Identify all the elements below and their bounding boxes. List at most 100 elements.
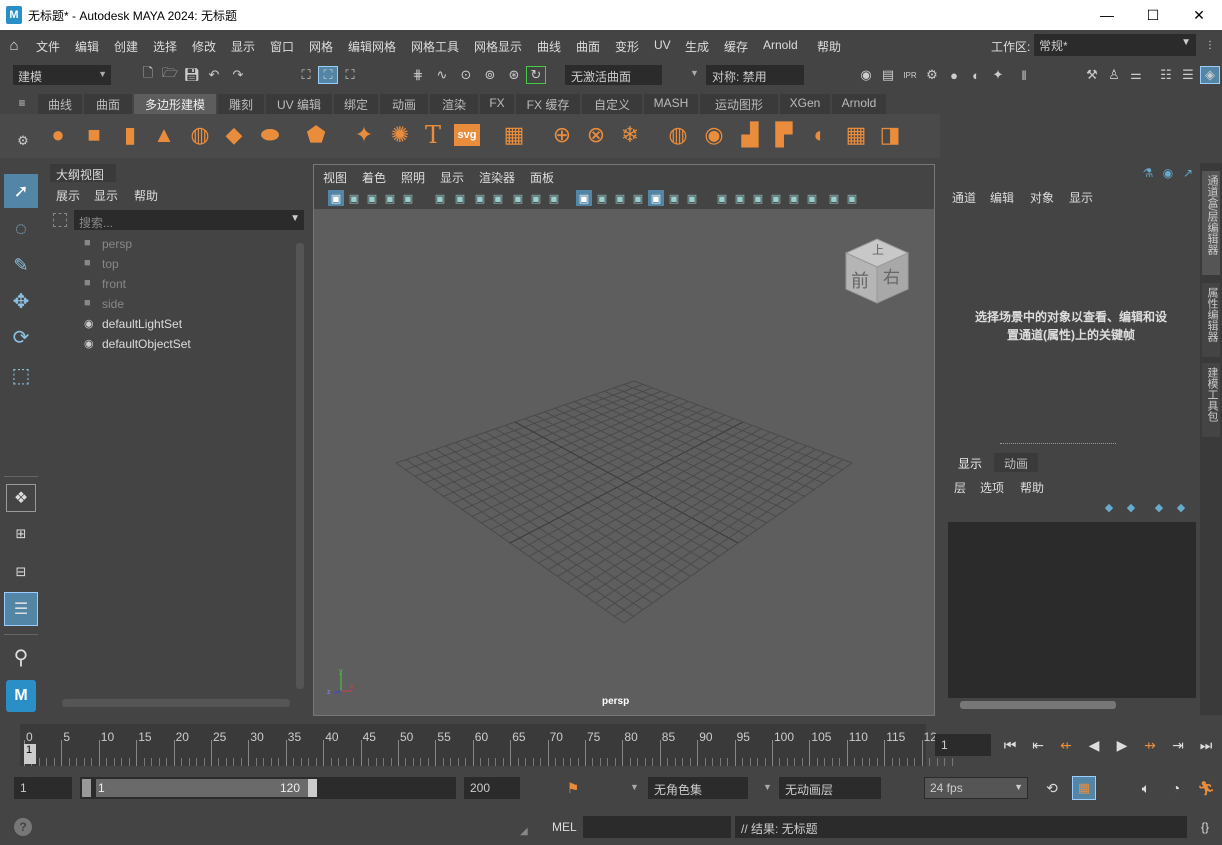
open-scene-icon[interactable]: 🗁 — [160, 65, 180, 84]
range-start-handle[interactable] — [82, 779, 91, 797]
separate-icon[interactable]: ⊕ — [548, 120, 576, 150]
animation-start-field[interactable]: 1 — [14, 777, 72, 799]
screen-ao-icon[interactable]: ▣ — [732, 190, 748, 206]
channel-box-menu-item[interactable]: 对象 — [1030, 189, 1054, 206]
smooth-icon[interactable]: ⊗ — [582, 120, 610, 150]
select-tool-icon[interactable]: ➚ — [4, 174, 38, 208]
bookmark-icon[interactable]: ▣ — [364, 190, 380, 206]
symmetry-field[interactable]: 对称: 禁用 — [706, 65, 804, 85]
menu-item[interactable]: 曲面 — [576, 38, 600, 55]
resolution-gate-icon[interactable]: ▣ — [490, 190, 506, 206]
anim-prefs-icon[interactable]: ◔ — [1166, 778, 1186, 798]
outliner-layout-icon[interactable]: ☰ — [4, 592, 38, 626]
grease-pencil-icon[interactable]: ▣ — [432, 190, 448, 206]
wire-on-shaded-icon[interactable]: ▣ — [630, 190, 646, 206]
extrude-icon[interactable]: ▟ — [736, 120, 764, 150]
modeling-toolkit-icon[interactable]: ⚒ — [1082, 66, 1102, 84]
menu-item[interactable]: 创建 — [114, 38, 138, 55]
menu-item[interactable]: 窗口 — [270, 38, 294, 55]
channel-box-icon[interactable]: ☰ — [1178, 66, 1198, 84]
new-layer-selected-icon[interactable]: ◆ — [1172, 500, 1190, 514]
platonic-icon[interactable]: ⬟ — [302, 120, 330, 150]
undo-icon[interactable]: ↶ — [204, 66, 224, 84]
lasso-tool-icon[interactable]: ◌ — [4, 212, 38, 246]
chevron-down-icon[interactable]: ▼ — [630, 782, 639, 792]
viewport-menu-item[interactable]: 面板 — [530, 169, 554, 186]
search-icon[interactable]: ⚲ — [6, 642, 36, 672]
extract-icon[interactable]: ❄ — [616, 120, 644, 150]
menu-item[interactable]: 变形 — [615, 38, 639, 55]
channel-box-tool-icon-1[interactable]: ⚗ — [1140, 165, 1156, 181]
snap-point-icon[interactable]: ⊙ — [456, 66, 476, 84]
motion-blur-icon[interactable]: ▣ — [750, 190, 766, 206]
sphere-icon[interactable]: ● — [44, 120, 72, 150]
move-layer-up-icon[interactable]: ◆ — [1100, 500, 1118, 514]
smooth-shade-icon[interactable]: ▣ — [612, 190, 628, 206]
scale-tool-icon[interactable]: ⬚ — [4, 358, 38, 392]
layer-menu-item[interactable]: 选项 — [980, 479, 1004, 496]
type-icon[interactable]: T — [420, 120, 446, 150]
outliner-menu-item[interactable]: 帮助 — [134, 187, 158, 204]
step-forward-icon[interactable]: ⇥ — [1168, 734, 1188, 756]
tab-10[interactable]: 自定义 — [582, 94, 642, 114]
viewport-menu-item[interactable]: 视图 — [323, 169, 347, 186]
xray-joints-icon[interactable]: ▣ — [844, 190, 860, 206]
grid-icon[interactable]: ▣ — [452, 190, 468, 206]
tab-2[interactable]: 多边形建模 — [134, 94, 216, 114]
list-item[interactable]: ◉ defaultObjectSet — [82, 335, 282, 355]
mel-label[interactable]: MEL — [552, 820, 577, 834]
options-icon[interactable]: ⋮ — [1202, 35, 1218, 55]
viewport-menu-item[interactable]: 照明 — [401, 169, 425, 186]
step-back-key-icon[interactable]: ⇷ — [1056, 734, 1076, 756]
camera-attrs-icon[interactable]: ▣ — [346, 190, 362, 206]
list-item[interactable]: ◉ defaultLightSet — [82, 315, 282, 335]
bridge-icon[interactable]: ◐ — [806, 120, 834, 150]
live-surface-field[interactable]: 无激活曲面 — [565, 65, 662, 85]
menu-item[interactable]: Arnold — [763, 38, 798, 52]
close-button[interactable]: ✕ — [1176, 0, 1222, 30]
field-chart-icon[interactable]: ▣ — [528, 190, 544, 206]
tab-8[interactable]: FX — [480, 94, 514, 114]
redo-icon[interactable]: ↷ — [228, 66, 248, 84]
menu-item[interactable]: 文件 — [36, 38, 60, 55]
command-input[interactable] — [583, 816, 731, 838]
menu-item[interactable]: 编辑 — [75, 38, 99, 55]
move-layer-down-icon[interactable]: ◆ — [1122, 500, 1140, 514]
tab-9[interactable]: FX 缓存 — [516, 94, 580, 114]
safe-action-icon[interactable]: ▣ — [546, 190, 562, 206]
view-cube[interactable]: 上 前 右 — [842, 237, 912, 307]
light-editor-icon[interactable]: ✦ — [988, 66, 1008, 84]
mirror-icon[interactable]: ◨ — [876, 120, 904, 150]
panel-splitter[interactable] — [1000, 443, 1116, 445]
channel-box-menu-item[interactable]: 显示 — [1069, 189, 1093, 206]
snap-grid-icon[interactable]: ⋕ — [408, 66, 428, 84]
layer-hscrollbar[interactable] — [960, 701, 1116, 709]
tab-4[interactable]: UV 编辑 — [266, 94, 332, 114]
cylinder-icon[interactable]: ▮ — [116, 120, 144, 150]
tab-12[interactable]: 运动图形 — [700, 94, 778, 114]
playback-cache-icon[interactable]: ▦ — [1072, 776, 1096, 800]
select-hierarchy-icon[interactable]: ⛶ — [296, 66, 316, 84]
menuset-dropdown[interactable]: 建模 ▼ — [13, 65, 111, 85]
gear-icon[interactable]: ⚙ — [14, 132, 32, 150]
layer-menu-item[interactable]: 帮助 — [1020, 479, 1044, 496]
channel-box-menu-item[interactable]: 编辑 — [990, 189, 1014, 206]
layer-tab[interactable]: 显示 — [948, 453, 992, 472]
menu-item[interactable]: 选择 — [153, 38, 177, 55]
disc-icon[interactable]: ⬬ — [256, 120, 284, 150]
outliner-menu-item[interactable]: 显示 — [94, 187, 118, 204]
play-forward-icon[interactable]: ▶ — [1112, 734, 1132, 756]
list-item[interactable]: ■ persp — [82, 235, 282, 255]
two-view-layout-icon[interactable]: ⊟ — [6, 558, 36, 586]
append-icon[interactable]: ▦ — [842, 120, 870, 150]
dof-icon[interactable]: ▣ — [786, 190, 802, 206]
render-setup-icon[interactable]: ◐ — [966, 66, 986, 84]
rotate-tool-icon[interactable]: ⟳ — [4, 320, 38, 354]
wireframe-icon[interactable]: ▣ — [594, 190, 610, 206]
tab-1[interactable]: 曲面 — [84, 94, 132, 114]
list-item[interactable]: ■ front — [82, 275, 282, 295]
layer-menu-item[interactable]: 层 — [954, 479, 966, 496]
current-time-marker[interactable]: 1 — [24, 744, 36, 764]
menu-item[interactable]: 编辑网格 — [348, 38, 396, 55]
tab-3[interactable]: 雕刻 — [218, 94, 264, 114]
